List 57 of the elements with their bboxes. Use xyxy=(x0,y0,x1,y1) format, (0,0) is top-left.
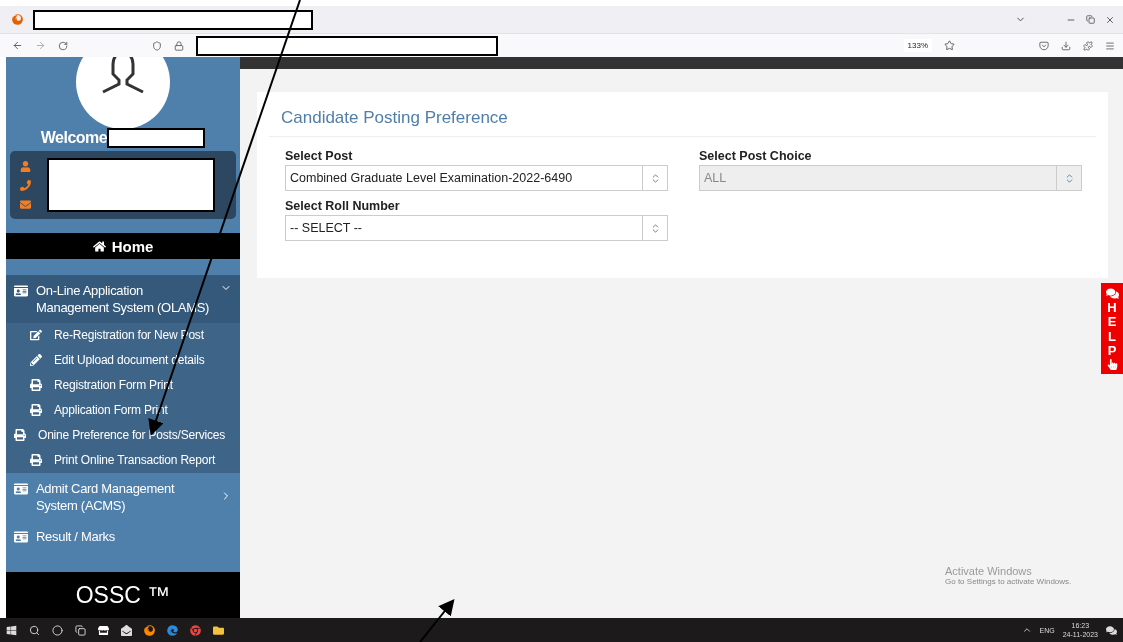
home-label: Home xyxy=(111,237,154,255)
pocket-icon[interactable] xyxy=(1039,40,1049,51)
card-title: Candidate Posting Preference xyxy=(269,92,1096,137)
hand-pointer-icon xyxy=(1106,359,1118,371)
extensions-icon[interactable] xyxy=(1083,40,1093,51)
windows-icon[interactable] xyxy=(6,624,17,636)
chat-icon xyxy=(1105,287,1119,300)
user-icon xyxy=(20,160,31,172)
store-icon[interactable] xyxy=(98,624,109,636)
pencil-icon xyxy=(30,354,42,366)
annotation-arrow xyxy=(419,598,455,642)
restore-icon[interactable] xyxy=(1086,15,1095,24)
zoom-level[interactable]: 133% xyxy=(903,39,932,52)
footer-brand: OSSC ™ xyxy=(6,572,240,618)
star-icon[interactable] xyxy=(944,40,955,51)
chevron-icon[interactable] xyxy=(1021,625,1032,635)
id-card-icon xyxy=(14,482,28,496)
lock-icon xyxy=(174,40,184,51)
back-icon[interactable] xyxy=(12,40,23,51)
watermark-subtitle: Go to Settings to activate Windows. xyxy=(945,577,1072,586)
watermark-title: Activate Windows xyxy=(945,565,1033,577)
mail-icon[interactable] xyxy=(121,624,132,636)
submenu-item[interactable]: Onine Preference for Posts/Services xyxy=(6,423,240,448)
shield-icon xyxy=(152,40,162,51)
envelope-icon xyxy=(20,198,31,210)
home-icon xyxy=(92,239,106,253)
chrome-icon[interactable] xyxy=(190,624,201,636)
edit-icon xyxy=(30,329,42,341)
circle-icon[interactable] xyxy=(52,624,63,636)
edge-icon[interactable] xyxy=(167,624,178,636)
select-field[interactable]: Combined Graduate Level Examination-2022-6490 xyxy=(285,165,668,191)
help-tab[interactable]: HELP xyxy=(1101,283,1123,375)
task-view-icon[interactable] xyxy=(75,624,86,636)
reload-icon[interactable] xyxy=(58,40,68,51)
notification-icon[interactable] xyxy=(1106,624,1117,636)
menu-group[interactable]: Result / Marks xyxy=(6,521,240,552)
home-link[interactable]: Home xyxy=(6,233,240,259)
id-card-icon xyxy=(14,284,28,298)
menu-group[interactable]: Admit Card Management System (ACMS) xyxy=(6,473,240,521)
field-label: Select Post Choice xyxy=(699,149,813,163)
printer-icon xyxy=(14,429,26,441)
field-label: Select Post xyxy=(285,149,354,163)
select-field[interactable]: -- SELECT -- xyxy=(285,215,668,241)
id-card-icon xyxy=(14,530,28,544)
search-icon[interactable] xyxy=(29,624,40,636)
phone-icon xyxy=(20,179,31,191)
welcome-text: Welcome xyxy=(40,129,108,147)
printer-icon xyxy=(30,379,42,391)
close-icon[interactable] xyxy=(1105,14,1115,25)
firefox-icon[interactable] xyxy=(144,624,155,636)
submenu-item[interactable]: Print Online Transaction Report xyxy=(6,448,240,473)
download-icon[interactable] xyxy=(1061,40,1071,51)
firefox-icon xyxy=(12,14,23,25)
printer-icon xyxy=(30,454,42,466)
printer-icon xyxy=(30,404,42,416)
folder-icon[interactable] xyxy=(213,624,224,636)
field-label: Select Roll Number xyxy=(285,199,401,213)
